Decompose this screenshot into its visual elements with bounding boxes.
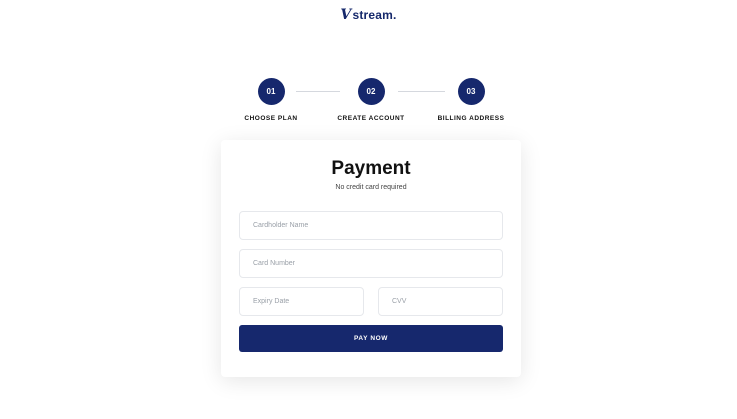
step-number-badge: 01 <box>257 78 285 105</box>
expiry-date-input[interactable]: Expiry Date <box>239 287 364 316</box>
card-number-input[interactable]: Card Number <box>239 249 503 278</box>
step-label: BILLING ADDRESS <box>437 115 505 122</box>
logo-mark: V <box>340 7 352 23</box>
payment-card: Payment No credit card required Cardhold… <box>221 140 521 377</box>
step-choose-plan[interactable]: 01 CHOOSE PLAN <box>226 78 316 122</box>
payment-page: Vstream. 01 CHOOSE PLAN 02 CREATE ACCOUN… <box>0 0 737 419</box>
page-subtitle: No credit card required <box>335 184 407 191</box>
step-billing-address[interactable]: 03 BILLING ADDRESS <box>426 78 516 122</box>
cvv-input[interactable]: CVV <box>378 287 503 316</box>
brand-logo[interactable]: Vstream. <box>0 7 737 23</box>
step-number-badge: 02 <box>357 78 385 105</box>
step-progress: 01 CHOOSE PLAN 02 CREATE ACCOUNT 03 BILL… <box>0 78 737 128</box>
step-number-badge: 03 <box>457 78 485 105</box>
pay-now-button[interactable]: PAY NOW <box>239 325 503 352</box>
step-label: CREATE ACCOUNT <box>337 115 405 122</box>
step-label: CHOOSE PLAN <box>244 115 298 122</box>
step-create-account[interactable]: 02 CREATE ACCOUNT <box>326 78 416 122</box>
cardholder-name-input[interactable]: Cardholder Name <box>239 211 503 240</box>
logo-text: stream. <box>352 8 397 22</box>
page-title: Payment <box>331 158 411 179</box>
